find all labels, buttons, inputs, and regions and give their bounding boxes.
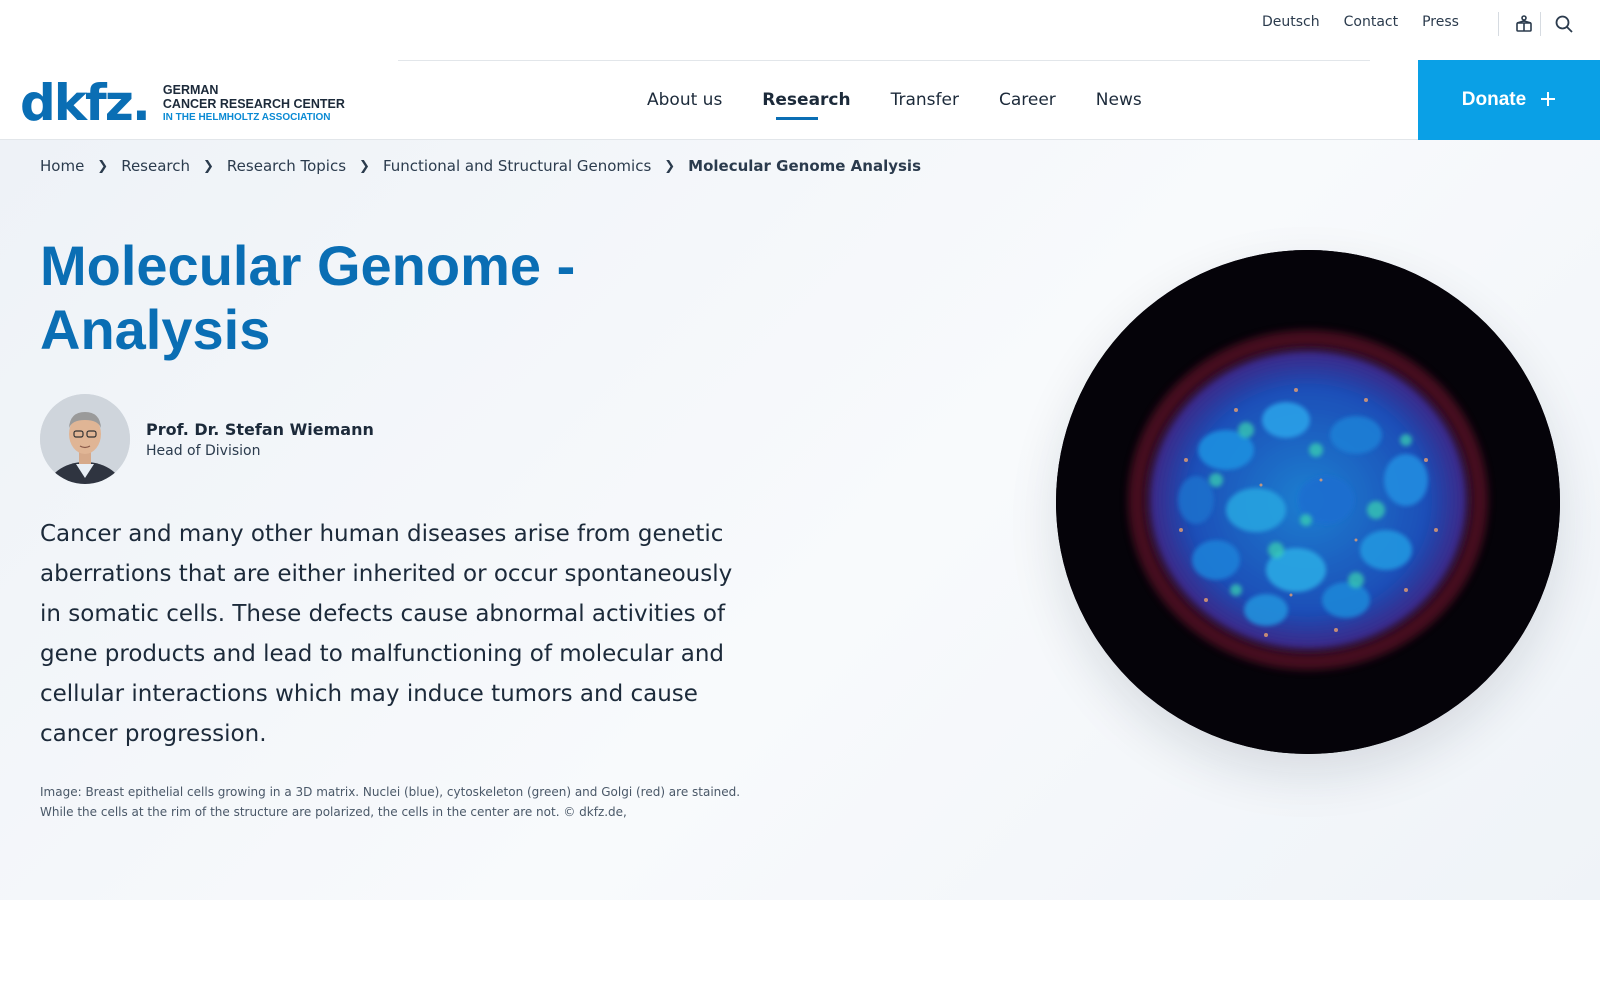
chevron-right-icon: ❯	[203, 158, 214, 174]
main-header: dkfz. GERMAN CANCER RESEARCH CENTER IN T…	[0, 48, 1600, 140]
logo-line-3: IN THE HELMHOLTZ ASSOCIATION	[162, 111, 331, 123]
breadcrumb-home[interactable]: Home	[40, 157, 84, 175]
nav-item-career[interactable]: Career	[999, 90, 1056, 110]
donate-label: Donate	[1461, 89, 1527, 110]
breadcrumb: Home ❯ Research ❯ Research Topics ❯ Func…	[40, 157, 921, 175]
chevron-right-icon: ❯	[359, 158, 370, 174]
breadcrumb-research[interactable]: Research	[121, 157, 190, 175]
person-role: Head of Division	[146, 442, 261, 459]
search-icon[interactable]	[1552, 12, 1576, 36]
nav-item-research[interactable]: Research	[762, 90, 851, 120]
avatar	[40, 394, 130, 484]
logo-line-2: CANCER RESEARCH CENTER	[162, 97, 345, 112]
header-divider	[398, 60, 1370, 61]
accessibility-icon[interactable]	[1512, 12, 1536, 36]
utility-divider	[1498, 12, 1499, 36]
chevron-right-icon: ❯	[664, 158, 676, 174]
utility-links: Deutsch Contact Press	[1262, 14, 1459, 30]
nav-item-transfer[interactable]: Transfer	[891, 90, 959, 110]
chevron-right-icon: ❯	[97, 158, 109, 174]
breadcrumb-functional-genomics[interactable]: Functional and Structural Genomics	[383, 157, 651, 175]
hero-section: Home ❯ Research ❯ Research Topics ❯ Func…	[0, 140, 1600, 900]
page-title: Molecular Genome - Analysis	[40, 234, 576, 361]
main-nav: About us Research Transfer Career News	[647, 90, 1142, 120]
logo-line-1: GERMAN	[162, 82, 219, 97]
donate-button[interactable]: Donate	[1418, 60, 1600, 140]
nav-item-news[interactable]: News	[1096, 90, 1142, 110]
person-name: Prof. Dr. Stefan Wiemann	[146, 419, 374, 439]
language-link[interactable]: Deutsch	[1262, 14, 1320, 30]
hero-microscopy-image	[1056, 250, 1560, 754]
image-caption: Image: Breast epithelial cells growing i…	[40, 785, 741, 819]
dkfz-logo[interactable]: dkfz. GERMAN CANCER RESEARCH CENTER IN T…	[20, 78, 345, 128]
person-info: Prof. Dr. Stefan Wiemann Head of Divisio…	[146, 420, 374, 459]
breadcrumb-research-topics[interactable]: Research Topics	[227, 157, 346, 175]
contact-link[interactable]: Contact	[1344, 14, 1398, 30]
logo-text: GERMAN CANCER RESEARCH CENTER IN THE HEL…	[163, 83, 345, 123]
press-link[interactable]: Press	[1422, 14, 1459, 30]
breadcrumb-current: Molecular Genome Analysis	[688, 157, 921, 175]
division-head: Prof. Dr. Stefan Wiemann Head of Divisio…	[40, 394, 374, 484]
utility-bar: Deutsch Contact Press	[0, 0, 1600, 48]
lead-paragraph: Cancer and many other human diseases ari…	[40, 521, 733, 747]
nav-item-about-us[interactable]: About us	[647, 90, 722, 110]
plus-icon	[1540, 86, 1556, 114]
logo-mark: dkfz.	[20, 74, 151, 132]
utility-divider	[1540, 12, 1541, 36]
